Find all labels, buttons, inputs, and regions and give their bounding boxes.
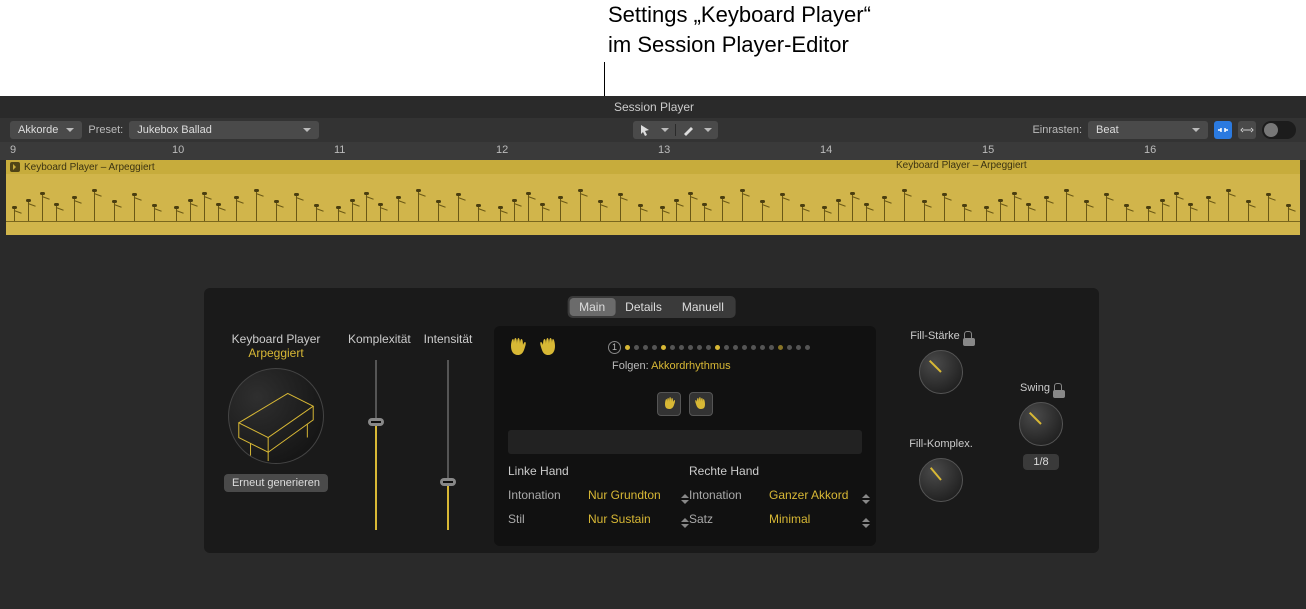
fill-complex-knob[interactable] — [919, 458, 963, 502]
stretch-button[interactable] — [1238, 121, 1256, 139]
pattern-pane: 1 Folgen: Akkordrhythmus Linke Han — [494, 326, 876, 546]
preset-label: Preset: — [88, 124, 123, 136]
left-style-select[interactable]: Nur Sustain — [588, 512, 681, 526]
left-hand-button[interactable] — [657, 392, 681, 416]
lock-icon — [964, 331, 972, 341]
complexity-slider-group: Komplexität — [348, 332, 404, 530]
regenerate-button[interactable]: Erneut generieren — [224, 474, 328, 492]
ruler-bar: 13 — [658, 144, 670, 156]
ruler-bar: 11 — [334, 144, 345, 156]
region-name: Keyboard Player – Arpeggiert — [24, 162, 155, 173]
right-hand-button[interactable] — [689, 392, 713, 416]
chords-menu[interactable]: Akkorde — [10, 121, 82, 139]
left-hand-title: Linke Hand — [508, 464, 681, 478]
snap-select[interactable]: Beat — [1088, 121, 1208, 139]
player-style: Arpeggiert — [216, 346, 336, 360]
lock-icon — [1054, 383, 1062, 393]
region-header: Keyboard Player – Arpeggiert Keyboard Pl… — [6, 160, 1300, 174]
preset-select[interactable]: Jukebox Ballad — [129, 121, 319, 139]
follow-value[interactable]: Akkordrhythmus — [651, 360, 730, 372]
midi-region[interactable]: Keyboard Player – Arpeggiert Keyboard Pl… — [6, 160, 1300, 235]
follow-row: Folgen: Akkordrhythmus — [612, 360, 862, 372]
tool-pointer-group[interactable] — [633, 121, 718, 139]
right-intonation-select[interactable]: Ganzer Akkord — [769, 488, 862, 502]
ruler-bar: 9 — [10, 144, 16, 156]
player-settings-panel: Main Details Manuell Keyboard Player Arp… — [204, 288, 1099, 553]
set-label: Satz — [689, 512, 761, 526]
ruler-bar: 14 — [820, 144, 832, 156]
pencil-icon — [682, 124, 694, 136]
pattern-sequence[interactable]: 1 — [608, 341, 862, 354]
fill-strength-knob[interactable] — [919, 350, 963, 394]
intensity-slider[interactable] — [447, 360, 449, 530]
region-play-icon — [10, 162, 20, 172]
player-column: Keyboard Player Arpeggiert Erneut generi… — [216, 332, 336, 492]
swing-label: Swing — [1020, 382, 1050, 394]
chevron-down-icon — [657, 121, 669, 139]
both-hands-icon-right[interactable] — [538, 336, 558, 358]
left-intonation-select[interactable]: Nur Grundton — [588, 488, 681, 502]
fill-strength-group: Fill-Stärke — [896, 326, 986, 394]
callout-line1: Settings „Keyboard Player“ — [608, 0, 871, 30]
intonation-label-left: Intonation — [508, 488, 580, 502]
ruler-bar: 15 — [982, 144, 994, 156]
intensity-slider-group: Intensität — [420, 332, 476, 530]
region-name-loop: Keyboard Player – Arpeggiert — [896, 160, 1027, 171]
swing-value-chip[interactable]: 1/8 — [1023, 454, 1058, 470]
snap-relative-button[interactable] — [1214, 121, 1232, 139]
player-title: Keyboard Player — [216, 332, 336, 346]
fill-complex-group: Fill-Komplex. — [896, 434, 986, 502]
swing-group: Swing 1/8 — [996, 378, 1086, 470]
toggle-switch[interactable] — [1262, 121, 1296, 139]
right-hand-title: Rechte Hand — [689, 464, 862, 478]
both-hands-icon-left[interactable] — [508, 336, 528, 358]
fill-complex-label: Fill-Komplex. — [909, 438, 973, 450]
editor-title: Session Player — [614, 96, 694, 120]
tab-details[interactable]: Details — [615, 298, 672, 316]
bar-ruler[interactable]: 9 10 11 12 13 14 15 16 — [0, 142, 1306, 160]
style-label: Stil — [508, 512, 580, 526]
right-set-select[interactable]: Minimal — [769, 512, 862, 526]
intensity-label: Intensität — [420, 332, 476, 346]
intonation-label-right: Intonation — [689, 488, 761, 502]
ruler-bar: 10 — [172, 144, 184, 156]
seq-step-label: 1 — [608, 341, 621, 354]
follow-label: Folgen: — [612, 360, 649, 372]
snap-label: Einrasten: — [1032, 124, 1082, 136]
tab-main[interactable]: Main — [569, 298, 615, 316]
callout-text: Settings „Keyboard Player“ im Session Pl… — [608, 0, 871, 59]
swing-knob[interactable] — [1019, 402, 1063, 446]
pattern-strip[interactable] — [508, 430, 862, 454]
session-player-editor: Session Player Akkorde Preset: Jukebox B… — [0, 96, 1306, 609]
ruler-bar: 16 — [1144, 144, 1156, 156]
region-body — [6, 174, 1300, 235]
complexity-label: Komplexität — [348, 332, 404, 346]
editor-toolbar: Akkorde Preset: Jukebox Ballad Einrasten… — [0, 118, 1306, 142]
pointer-icon — [639, 124, 651, 136]
ruler-bar: 12 — [496, 144, 508, 156]
tab-manual[interactable]: Manuell — [672, 298, 734, 316]
settings-tabs: Main Details Manuell — [567, 296, 736, 318]
chevron-down-icon — [700, 121, 712, 139]
complexity-slider[interactable] — [375, 360, 377, 530]
piano-icon[interactable] — [228, 368, 324, 464]
callout-line2: im Session Player-Editor — [608, 30, 871, 60]
fill-strength-label: Fill-Stärke — [910, 330, 960, 342]
